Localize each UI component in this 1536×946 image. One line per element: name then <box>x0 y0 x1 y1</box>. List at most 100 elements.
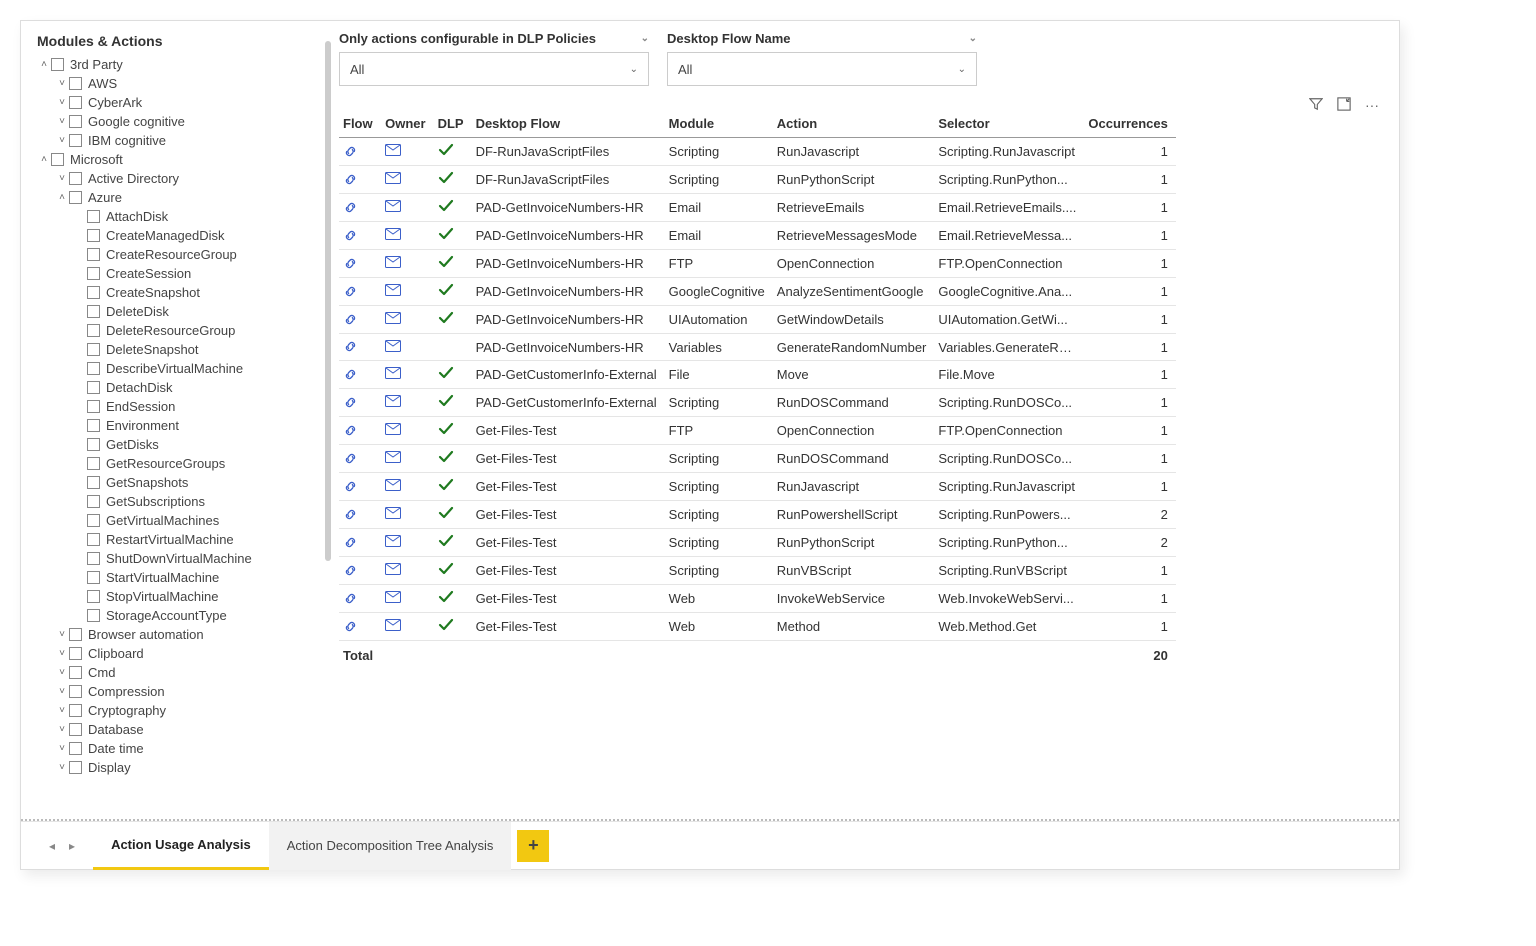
chevron-down-icon[interactable]: ˅ <box>55 743 69 754</box>
tree-item[interactable]: ·StartVirtualMachine <box>37 568 323 587</box>
checkbox[interactable] <box>69 685 82 698</box>
tree-item[interactable]: ˅CyberArk <box>37 93 323 112</box>
dlp-filter-select[interactable]: All ⌄ <box>339 52 649 86</box>
mail-icon[interactable] <box>385 507 401 519</box>
table-row[interactable]: PAD-GetInvoiceNumbers-HRFTPOpenConnectio… <box>339 250 1176 278</box>
table-row[interactable]: Get-Files-TestScriptingRunPythonScriptSc… <box>339 529 1176 557</box>
table-row[interactable]: PAD-GetInvoiceNumbers-HRUIAutomationGetW… <box>339 306 1176 334</box>
chevron-down-icon[interactable]: ˅ <box>55 724 69 735</box>
table-row[interactable]: DF-RunJavaScriptFilesScriptingRunJavascr… <box>339 138 1176 166</box>
checkbox[interactable] <box>87 552 100 565</box>
table-row[interactable]: PAD-GetCustomerInfo-ExternalFileMoveFile… <box>339 361 1176 389</box>
tree-item[interactable]: ˅Google cognitive <box>37 112 323 131</box>
checkbox[interactable] <box>69 723 82 736</box>
checkbox[interactable] <box>51 153 64 166</box>
table-row[interactable]: PAD-GetInvoiceNumbers-HRGoogleCognitiveA… <box>339 278 1176 306</box>
table-row[interactable]: PAD-GetInvoiceNumbers-HREmailRetrieveEma… <box>339 194 1176 222</box>
flow-link-icon[interactable] <box>343 144 358 162</box>
chevron-down-icon[interactable]: ˅ <box>55 762 69 773</box>
table-row[interactable]: Get-Files-TestWebMethodWeb.Method.Get1 <box>339 613 1176 641</box>
checkbox[interactable] <box>87 362 100 375</box>
mail-icon[interactable] <box>385 395 401 407</box>
checkbox[interactable] <box>87 381 100 394</box>
flow-link-icon[interactable] <box>343 535 358 553</box>
checkbox[interactable] <box>87 324 100 337</box>
checkbox[interactable] <box>87 229 100 242</box>
checkbox[interactable] <box>87 267 100 280</box>
tree-item[interactable]: ˅Active Directory <box>37 169 323 188</box>
th-action[interactable]: Action <box>773 110 935 138</box>
table-row[interactable]: Get-Files-TestScriptingRunPowershellScri… <box>339 501 1176 529</box>
tree-item[interactable]: ·StopVirtualMachine <box>37 587 323 606</box>
mail-icon[interactable] <box>385 479 401 491</box>
mail-icon[interactable] <box>385 563 401 575</box>
tab-prev-button[interactable]: ◂ <box>45 837 59 855</box>
sidebar-scrollbar[interactable] <box>325 41 331 561</box>
add-page-button[interactable]: + <box>517 830 549 862</box>
checkbox[interactable] <box>87 210 100 223</box>
checkbox[interactable] <box>87 438 100 451</box>
mail-icon[interactable] <box>385 619 401 631</box>
chevron-down-icon[interactable]: ˅ <box>55 116 69 127</box>
table-row[interactable]: Get-Files-TestScriptingRunVBScriptScript… <box>339 557 1176 585</box>
mail-icon[interactable] <box>385 451 401 463</box>
table-row[interactable]: PAD-GetCustomerInfo-ExternalScriptingRun… <box>339 389 1176 417</box>
checkbox[interactable] <box>51 58 64 71</box>
checkbox[interactable] <box>69 666 82 679</box>
tree-item[interactable]: ·Environment <box>37 416 323 435</box>
mail-icon[interactable] <box>385 312 401 324</box>
chevron-down-icon[interactable]: ˅ <box>55 686 69 697</box>
table-row[interactable]: DF-RunJavaScriptFilesScriptingRunPythonS… <box>339 166 1176 194</box>
tree-item[interactable]: ·DeleteResourceGroup <box>37 321 323 340</box>
mail-icon[interactable] <box>385 228 401 240</box>
flowname-filter-select[interactable]: All ⌄ <box>667 52 977 86</box>
flow-link-icon[interactable] <box>343 284 358 302</box>
checkbox[interactable] <box>87 248 100 261</box>
checkbox[interactable] <box>87 400 100 413</box>
checkbox[interactable] <box>87 533 100 546</box>
flow-link-icon[interactable] <box>343 423 358 441</box>
flow-link-icon[interactable] <box>343 200 358 218</box>
mail-icon[interactable] <box>385 340 401 352</box>
checkbox[interactable] <box>87 609 100 622</box>
tree-item[interactable]: ·ShutDownVirtualMachine <box>37 549 323 568</box>
tab-decomposition-tree[interactable]: Action Decomposition Tree Analysis <box>269 822 512 870</box>
flow-link-icon[interactable] <box>343 591 358 609</box>
more-options-icon[interactable]: ··· <box>1365 97 1379 114</box>
mail-icon[interactable] <box>385 200 401 212</box>
chevron-down-icon[interactable]: ˅ <box>55 705 69 716</box>
flow-link-icon[interactable] <box>343 312 358 330</box>
th-name[interactable]: Desktop Flow <box>472 110 665 138</box>
chevron-down-icon[interactable]: ˅ <box>55 173 69 184</box>
flow-link-icon[interactable] <box>343 507 358 525</box>
tree-item[interactable]: ·DescribeVirtualMachine <box>37 359 323 378</box>
th-selector[interactable]: Selector <box>934 110 1084 138</box>
tree-item[interactable]: ·GetResourceGroups <box>37 454 323 473</box>
chevron-down-icon[interactable]: ⌄ <box>641 33 649 44</box>
checkbox[interactable] <box>87 419 100 432</box>
tree-item[interactable]: ˄Microsoft <box>37 150 323 169</box>
tree-item[interactable]: ·DeleteDisk <box>37 302 323 321</box>
tab-next-button[interactable]: ▸ <box>65 837 79 855</box>
tree-item[interactable]: ·GetSubscriptions <box>37 492 323 511</box>
chevron-down-icon[interactable]: ˅ <box>55 629 69 640</box>
th-occurrences[interactable]: Occurrences <box>1084 110 1176 138</box>
checkbox[interactable] <box>69 134 82 147</box>
tree-item[interactable]: ˅Display <box>37 758 323 777</box>
table-row[interactable]: Get-Files-TestWebInvokeWebServiceWeb.Inv… <box>339 585 1176 613</box>
flow-link-icon[interactable] <box>343 395 358 413</box>
chevron-down-icon[interactable]: ⌄ <box>969 33 977 44</box>
tree-item[interactable]: ·StorageAccountType <box>37 606 323 625</box>
flow-link-icon[interactable] <box>343 339 358 357</box>
tree-item[interactable]: ·RestartVirtualMachine <box>37 530 323 549</box>
chevron-down-icon[interactable]: ˅ <box>55 78 69 89</box>
flow-link-icon[interactable] <box>343 619 358 637</box>
checkbox[interactable] <box>69 115 82 128</box>
th-flow[interactable]: Flow <box>339 110 381 138</box>
checkbox[interactable] <box>87 495 100 508</box>
mail-icon[interactable] <box>385 284 401 296</box>
flow-link-icon[interactable] <box>343 479 358 497</box>
focus-mode-icon[interactable] <box>1337 97 1351 114</box>
chevron-up-icon[interactable]: ˄ <box>55 192 69 203</box>
checkbox[interactable] <box>69 647 82 660</box>
